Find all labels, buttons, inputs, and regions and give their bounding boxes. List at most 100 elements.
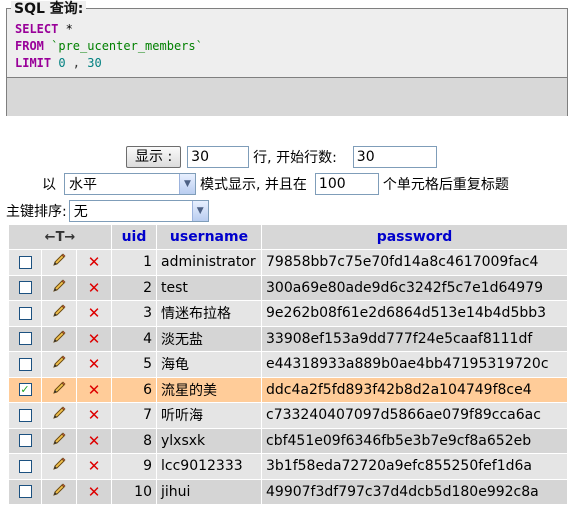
delete-cell[interactable]: ✕	[77, 403, 111, 428]
table-row[interactable]: ✕ 1 administrator 79858bb7c75e70fd14a8c4617…	[9, 250, 567, 275]
table-row[interactable]: ✕ 10 jihui 49907f3df797c37d4dcb5d180e992c8a	[9, 479, 567, 504]
edit-cell[interactable]	[42, 479, 76, 504]
edit-cell[interactable]	[42, 275, 76, 300]
pencil-icon[interactable]	[51, 380, 67, 400]
header-uid[interactable]: uid	[112, 225, 156, 249]
pencil-icon[interactable]	[51, 278, 67, 298]
pencil-icon[interactable]	[51, 329, 67, 349]
cell-username: test	[157, 275, 261, 300]
edit-cell[interactable]	[42, 377, 76, 402]
mode-suffix-label: 模式显示, 并且在	[200, 177, 307, 193]
delete-x-icon[interactable]: ✕	[88, 457, 101, 475]
edit-cell[interactable]	[42, 250, 76, 275]
cell-password: ddc4a2f5fd893f42b8d2a104749f8ce4	[262, 377, 567, 402]
edit-cell[interactable]	[42, 428, 76, 453]
row-checkbox[interactable]	[18, 459, 32, 473]
delete-x-icon[interactable]: ✕	[88, 432, 101, 450]
delete-x-icon[interactable]: ✕	[88, 304, 101, 322]
row-checkbox-cell[interactable]	[9, 301, 41, 326]
delete-x-icon[interactable]: ✕	[88, 355, 101, 373]
sql-limit-keyword: LIMIT	[15, 56, 52, 70]
edit-cell[interactable]	[42, 326, 76, 351]
row-checkbox[interactable]	[18, 306, 32, 320]
delete-x-icon[interactable]: ✕	[88, 253, 101, 271]
start-row-input[interactable]: 30	[352, 146, 437, 168]
row-checkbox-cell[interactable]	[9, 250, 41, 275]
row-checkbox[interactable]	[18, 281, 32, 295]
header-username[interactable]: username	[157, 225, 261, 249]
cell-uid: 10	[112, 479, 156, 504]
row-checkbox[interactable]	[18, 357, 32, 371]
delete-x-icon[interactable]: ✕	[88, 406, 101, 424]
header-password[interactable]: password	[262, 225, 567, 249]
display-mode-value: 水平	[69, 177, 97, 193]
delete-cell[interactable]: ✕	[77, 352, 111, 377]
cell-username: jihui	[157, 479, 261, 504]
row-checkbox-cell[interactable]	[9, 428, 41, 453]
pencil-icon[interactable]	[51, 431, 67, 451]
row-checkbox-cell[interactable]	[9, 275, 41, 300]
delete-cell[interactable]: ✕	[77, 275, 111, 300]
table-row[interactable]: ✕ 8 ylxsxk cbf451e09f6346fb5e3b7e9cf8a652eb	[9, 428, 567, 453]
pencil-icon[interactable]	[51, 354, 67, 374]
table-row[interactable]: ✕ 4 淡无盐 33908ef153a9dd777f24e5caaf8111df	[9, 326, 567, 351]
sql-table-name: `pre_ucenter_members`	[43, 39, 203, 53]
column-resize-arrows[interactable]: ←T→	[9, 225, 111, 249]
pencil-icon[interactable]	[51, 303, 67, 323]
row-checkbox-cell[interactable]: ✓	[9, 377, 41, 402]
sql-limit-separator: ,	[65, 56, 88, 70]
delete-cell[interactable]: ✕	[77, 301, 111, 326]
table-row[interactable]: ✕ 7 听听海 c733240407097d5866ae079f89cca6ac	[9, 403, 567, 428]
row-checkbox[interactable]	[18, 485, 32, 499]
table-row[interactable]: ✕ 2 test 300a69e80ade9d6c3242f5c7e1d64979	[9, 275, 567, 300]
edit-cell[interactable]	[42, 352, 76, 377]
delete-cell[interactable]: ✕	[77, 428, 111, 453]
sql-limit-offset: 0	[51, 56, 66, 70]
delete-cell[interactable]: ✕	[77, 454, 111, 479]
pencil-icon[interactable]	[51, 456, 67, 476]
row-checkbox[interactable]: ✓	[18, 383, 32, 397]
edit-cell[interactable]	[42, 403, 76, 428]
chevron-down-icon: ▼	[191, 201, 208, 221]
row-checkbox[interactable]	[18, 255, 32, 269]
repeat-headers-input[interactable]: 100	[314, 173, 379, 195]
cell-password: 49907f3df797c37d4dcb5d180e992c8a	[262, 479, 567, 504]
sql-query-text[interactable]: SELECT * FROM `pre_ucenter_members` LIMI…	[15, 21, 203, 72]
delete-cell[interactable]: ✕	[77, 250, 111, 275]
row-checkbox-cell[interactable]	[9, 403, 41, 428]
row-checkbox-cell[interactable]	[9, 454, 41, 479]
sql-query-legend: SQL 查询:	[11, 1, 87, 17]
sort-label: 主键排序:	[6, 204, 67, 220]
edit-cell[interactable]	[42, 301, 76, 326]
cell-uid: 2	[112, 275, 156, 300]
sql-select-keyword: SELECT	[15, 22, 59, 36]
cell-username: 情迷布拉格	[157, 301, 261, 326]
delete-x-icon[interactable]: ✕	[88, 330, 101, 348]
delete-x-icon[interactable]: ✕	[88, 381, 101, 399]
row-checkbox-cell[interactable]	[9, 479, 41, 504]
row-checkbox-cell[interactable]	[9, 352, 41, 377]
row-checkbox[interactable]	[18, 408, 32, 422]
row-checkbox-cell[interactable]	[9, 326, 41, 351]
row-checkbox[interactable]	[18, 332, 32, 346]
row-checkbox[interactable]	[18, 434, 32, 448]
arrows-icon: ←T→	[44, 230, 76, 245]
primary-key-sort-select[interactable]: 无 ▼	[68, 200, 209, 222]
mode-prefix-label: 以	[42, 177, 56, 193]
delete-cell[interactable]: ✕	[77, 326, 111, 351]
show-button[interactable]: 显示 :	[126, 146, 182, 168]
table-row[interactable]: ✓ ✕ 6 流星的美 ddc4a2f5fd893f42b8d2a104749f8ce4	[9, 377, 567, 402]
table-row[interactable]: ✕ 3 情迷布拉格 9e262b08f61e2d6864d513e14b4d5bb3	[9, 301, 567, 326]
display-mode-select[interactable]: 水平 ▼	[64, 173, 196, 195]
edit-cell[interactable]	[42, 454, 76, 479]
delete-cell[interactable]: ✕	[77, 377, 111, 402]
delete-cell[interactable]: ✕	[77, 479, 111, 504]
rows-count-input[interactable]: 30	[187, 146, 250, 168]
pencil-icon[interactable]	[51, 405, 67, 425]
delete-x-icon[interactable]: ✕	[88, 483, 101, 501]
pencil-icon[interactable]	[51, 252, 67, 272]
pencil-icon[interactable]	[51, 482, 67, 502]
table-row[interactable]: ✕ 5 海龟 e44318933a889b0ae4bb47195319720c	[9, 352, 567, 377]
table-row[interactable]: ✕ 9 lcc9012333 3b1f58eda72720a9efc855250fef…	[9, 454, 567, 479]
delete-x-icon[interactable]: ✕	[88, 279, 101, 297]
